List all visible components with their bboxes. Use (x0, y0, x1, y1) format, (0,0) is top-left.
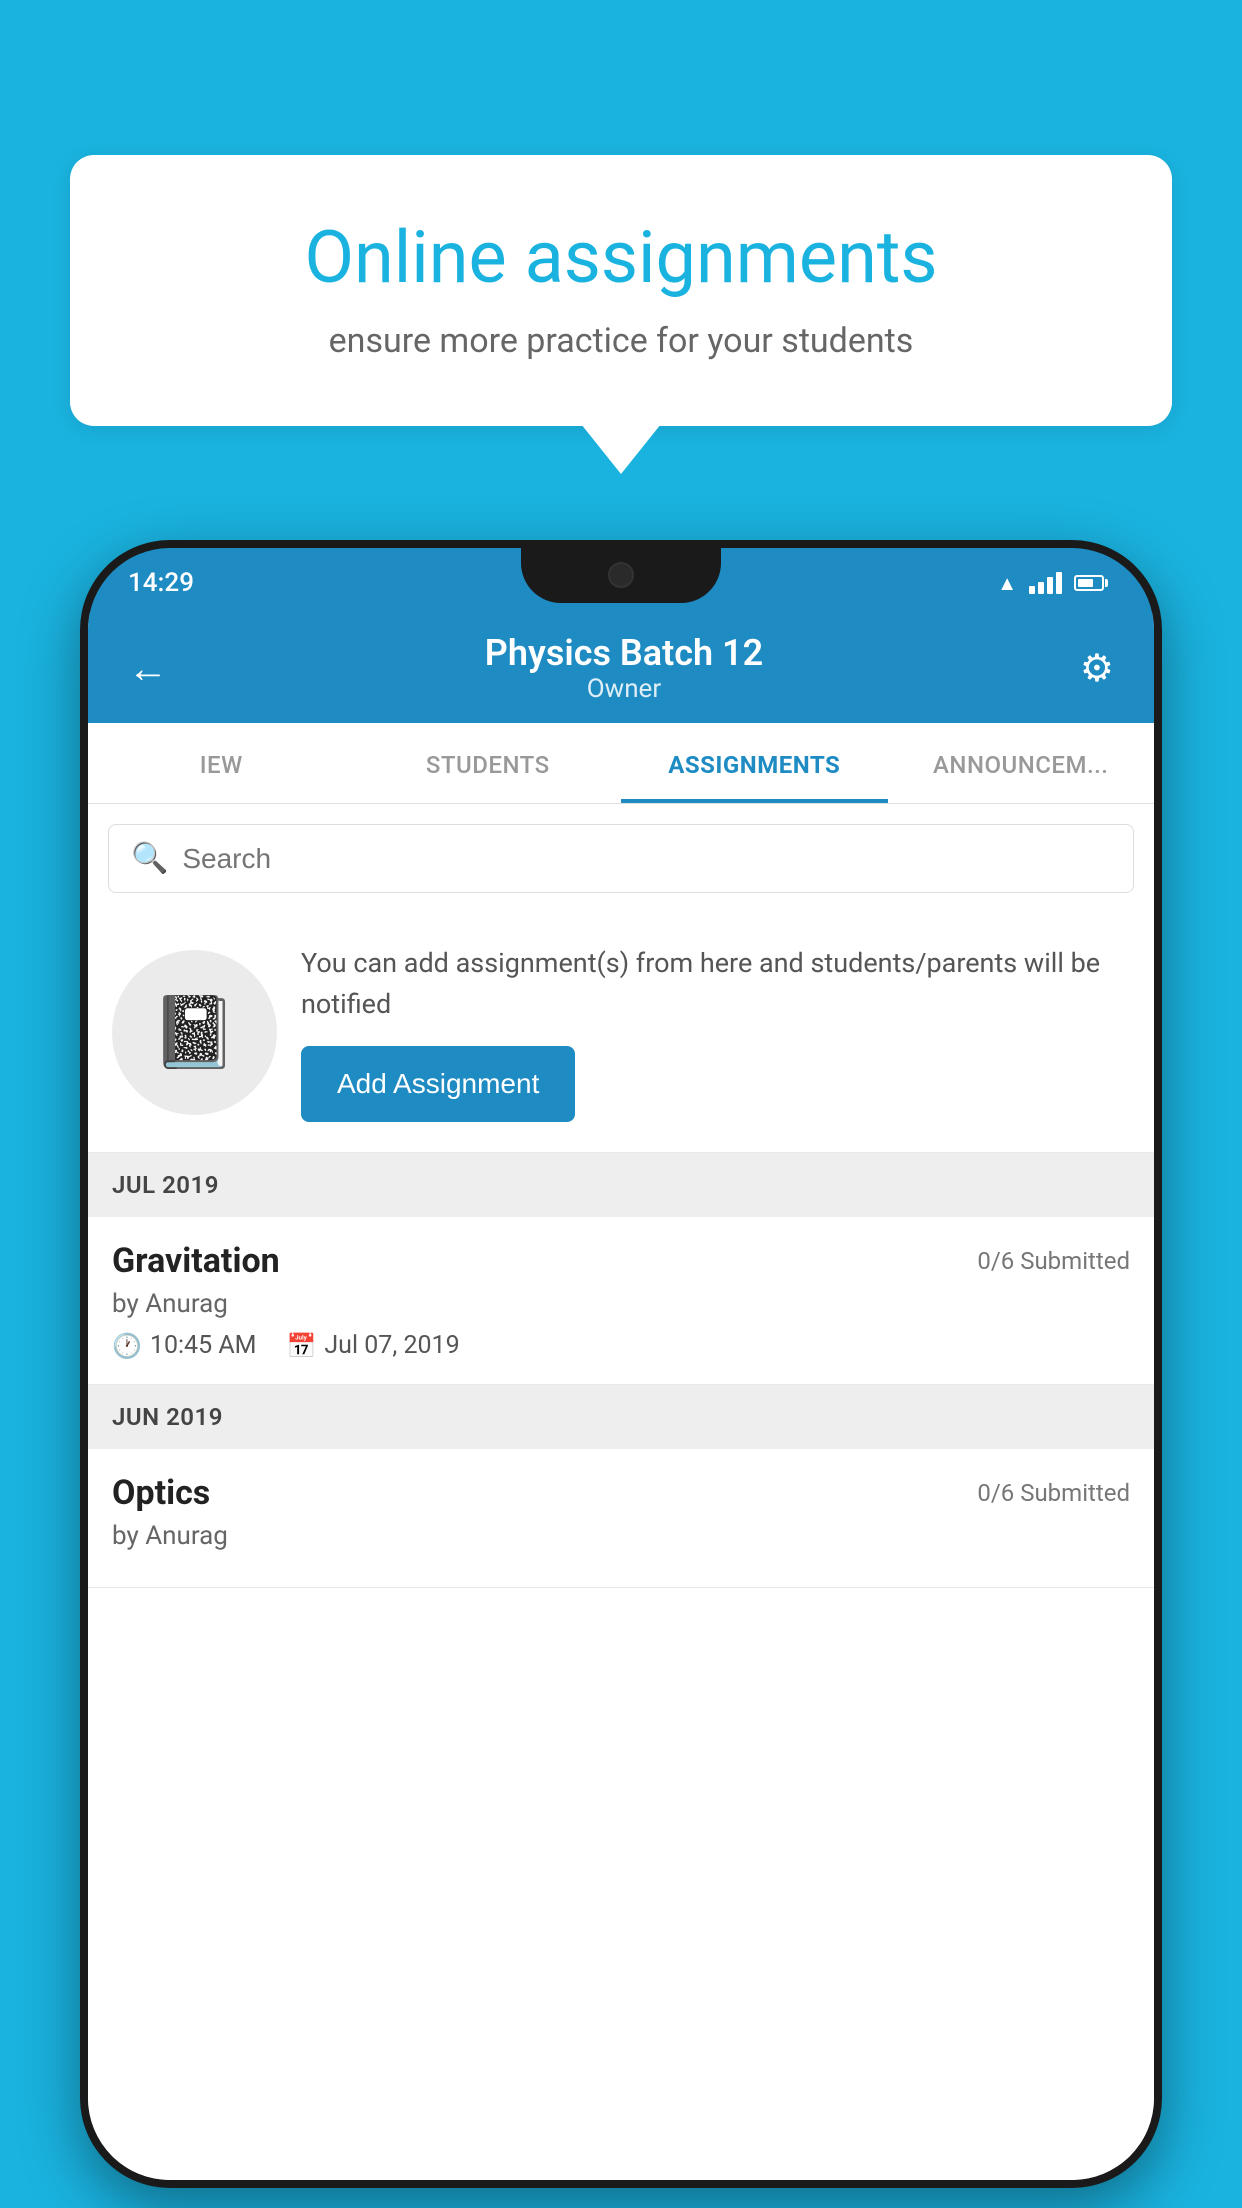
assignment-time-text: 10:45 AM (150, 1331, 257, 1360)
assignment-item-optics[interactable]: Optics 0/6 Submitted by Anurag (88, 1449, 1154, 1588)
search-input[interactable] (182, 843, 1111, 875)
assignment-time-gravitation: 🕐 10:45 AM (112, 1331, 256, 1360)
promo-icon-circle: 📓 (112, 950, 277, 1115)
assignment-submitted-optics: 0/6 Submitted (977, 1479, 1130, 1507)
assignment-row1-optics: Optics 0/6 Submitted (112, 1473, 1130, 1513)
assignment-submitted-gravitation: 0/6 Submitted (977, 1247, 1130, 1275)
month-label-jul: JUL 2019 (112, 1171, 219, 1199)
month-header-jul: JUL 2019 (88, 1153, 1154, 1217)
assignment-row1: Gravitation 0/6 Submitted (112, 1241, 1130, 1281)
phone-inner: 14:29 ▲ ← Physics Batch 12 (88, 548, 1154, 2180)
tab-students[interactable]: STUDENTS (355, 723, 622, 803)
app-bar-title-container: Physics Batch 12 Owner (178, 632, 1070, 704)
assignment-date-text: Jul 07, 2019 (324, 1331, 459, 1360)
month-label-jun: JUN 2019 (112, 1403, 223, 1431)
notebook-icon: 📓 (151, 992, 238, 1074)
app-bar-title: Physics Batch 12 (178, 632, 1070, 674)
status-icons: ▲ (997, 571, 1104, 596)
screen-content: 🔍 📓 You can add assignment(s) from here … (88, 804, 1154, 2180)
promo-text: You can add assignment(s) from here and … (301, 943, 1130, 1024)
clock-icon: 🕐 (112, 1332, 142, 1360)
assignment-name-gravitation: Gravitation (112, 1241, 280, 1281)
speech-bubble-title: Online assignments (140, 215, 1102, 301)
calendar-icon: 📅 (286, 1332, 316, 1360)
assignment-author-gravitation: by Anurag (112, 1289, 1130, 1319)
battery-icon (1074, 575, 1104, 591)
back-button[interactable]: ← (118, 635, 178, 702)
phone-frame: 14:29 ▲ ← Physics Batch 12 (80, 540, 1162, 2188)
promo-text-container: You can add assignment(s) from here and … (301, 943, 1130, 1122)
signal-icon (1029, 572, 1062, 594)
wifi-icon: ▲ (997, 571, 1017, 596)
assignment-author-optics: by Anurag (112, 1521, 1130, 1551)
front-camera (608, 562, 634, 588)
assignment-item-gravitation[interactable]: Gravitation 0/6 Submitted by Anurag 🕐 10… (88, 1217, 1154, 1385)
speech-bubble-container: Online assignments ensure more practice … (70, 155, 1172, 426)
phone-screen: ← Physics Batch 12 Owner ⚙ IEW STUDENTS … (88, 613, 1154, 2180)
tab-assignments[interactable]: ASSIGNMENTS (621, 723, 888, 803)
month-header-jun: JUN 2019 (88, 1385, 1154, 1449)
tabs-container: IEW STUDENTS ASSIGNMENTS ANNOUNCEM... (88, 723, 1154, 804)
notch (521, 548, 721, 603)
app-bar: ← Physics Batch 12 Owner ⚙ (88, 613, 1154, 723)
status-time: 14:29 (128, 568, 194, 598)
speech-bubble-subtitle: ensure more practice for your students (140, 321, 1102, 361)
search-icon: 🔍 (131, 841, 168, 876)
search-bar[interactable]: 🔍 (108, 824, 1134, 893)
search-container: 🔍 (88, 804, 1154, 913)
assignment-date-gravitation: 📅 Jul 07, 2019 (286, 1331, 459, 1360)
app-bar-subtitle: Owner (178, 674, 1070, 704)
assignment-name-optics: Optics (112, 1473, 210, 1513)
add-assignment-button[interactable]: Add Assignment (301, 1046, 575, 1122)
tab-announcements[interactable]: ANNOUNCEM... (888, 723, 1155, 803)
speech-bubble: Online assignments ensure more practice … (70, 155, 1172, 426)
settings-icon[interactable]: ⚙ (1070, 636, 1124, 701)
assignment-meta-gravitation: 🕐 10:45 AM 📅 Jul 07, 2019 (112, 1331, 1130, 1360)
promo-section: 📓 You can add assignment(s) from here an… (88, 913, 1154, 1153)
tab-iew[interactable]: IEW (88, 723, 355, 803)
